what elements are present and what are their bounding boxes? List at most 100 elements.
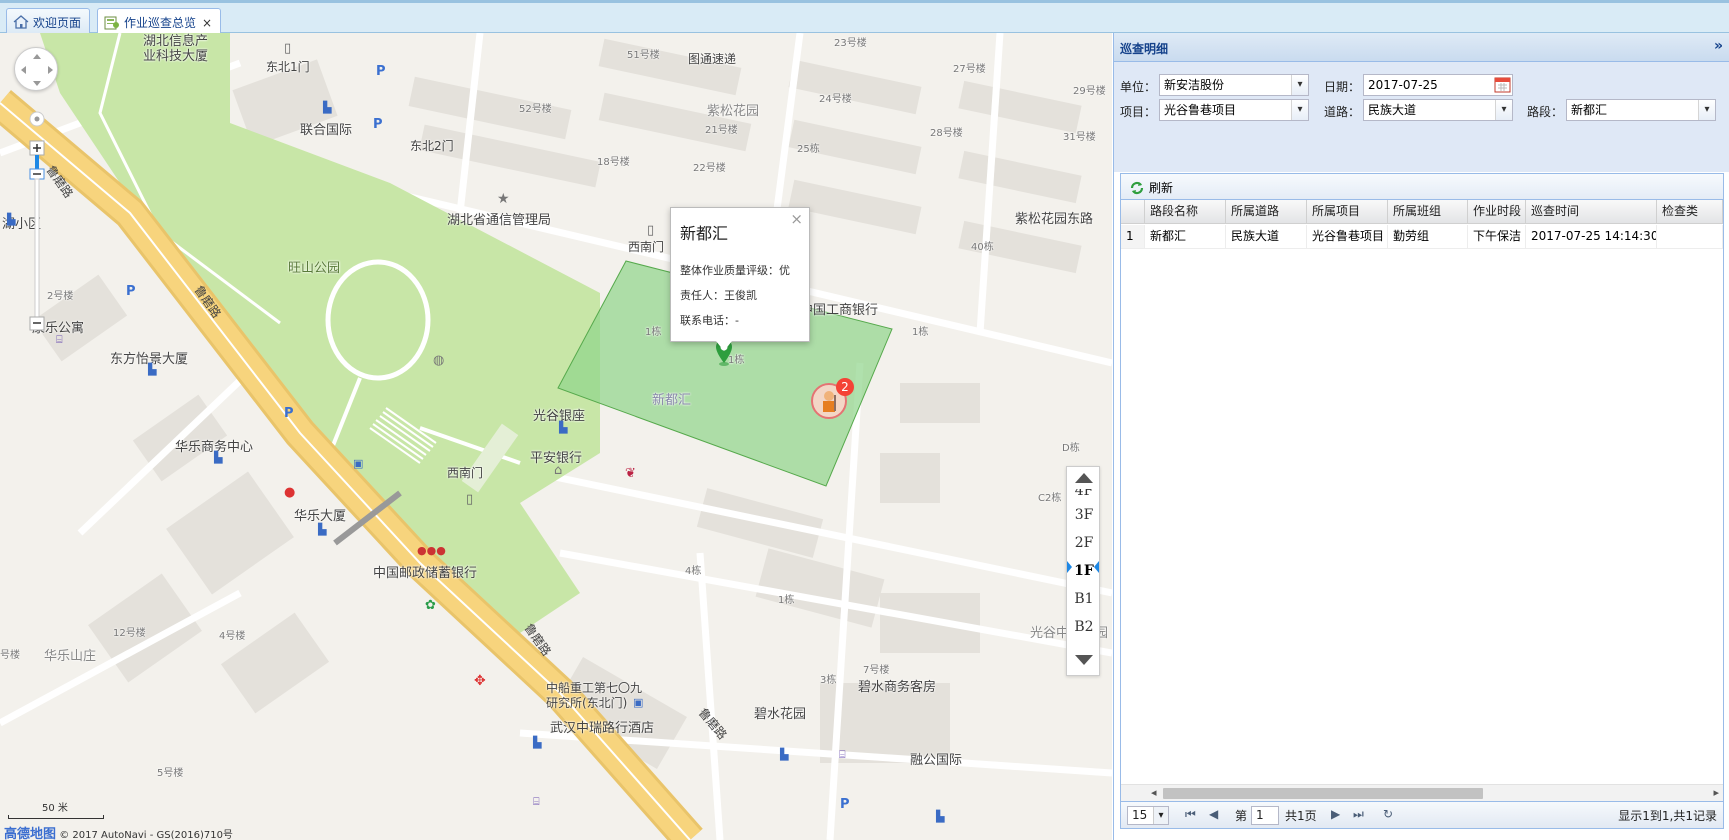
gate-icon: ▯: [466, 492, 474, 507]
floor-1f[interactable]: 1F: [1067, 563, 1101, 579]
segment-select[interactable]: 新都汇 ▾: [1566, 99, 1716, 121]
poi-label: 中国工商银行: [800, 303, 879, 318]
chevron-down-icon[interactable]: ▾: [1153, 807, 1168, 824]
chevron-down-icon[interactable]: ▾: [1495, 100, 1512, 120]
hotel-icon: ⌸: [839, 748, 846, 761]
next-page-icon[interactable]: ▶: [1331, 807, 1340, 821]
page-size-select[interactable]: 15 ▾: [1127, 806, 1169, 825]
project-label: 项目：: [1120, 105, 1157, 119]
scroll-left-icon[interactable]: ◂: [1151, 786, 1157, 799]
floor-b1[interactable]: B1: [1067, 591, 1101, 607]
horizontal-scrollbar[interactable]: ◂ ▸: [1121, 784, 1723, 801]
date-field[interactable]: 2017-07-25: [1363, 74, 1513, 96]
map-view[interactable]: 湖北信息产 业科技大厦 东北1门 P ▙ 联合国际 P 东北2门 ★ 湖北省通信…: [0, 33, 1112, 840]
first-page-icon[interactable]: ⏮: [1185, 807, 1196, 822]
floor-2f[interactable]: 2F: [1067, 535, 1101, 551]
floor-4f[interactable]: 4F: [1067, 489, 1101, 499]
poi-label: 研究所(东北门): [546, 696, 628, 710]
building-label: 28号楼: [930, 128, 963, 139]
scroll-right-icon[interactable]: ▸: [1713, 786, 1719, 799]
restroom-icon: ◍: [433, 353, 445, 368]
building-icon: ▙: [323, 101, 332, 114]
refresh-button[interactable]: 刷新: [1129, 179, 1173, 196]
app-window: 欢迎页面 作业巡查总览 × 湖北信息产 业科技大厦 东北1门 P ▙ 联合国际 …: [0, 0, 1729, 840]
copyright-text: © 2017 AutoNavi - GS(2016)710号: [59, 830, 233, 840]
record-summary: 显示1到1,共1记录: [1618, 809, 1717, 823]
road-value: 民族大道: [1368, 103, 1417, 117]
panel-title: 巡查明细: [1120, 42, 1169, 56]
building-label: 7号楼: [863, 665, 890, 676]
reload-icon[interactable]: ↻: [1383, 807, 1393, 821]
chevron-down-icon[interactable]: ▾: [1291, 75, 1308, 95]
building-icon: ▙: [148, 363, 157, 376]
road-select[interactable]: 民族大道 ▾: [1363, 99, 1513, 121]
postal-bank-icon: ✿: [425, 598, 436, 613]
calendar-icon[interactable]: [1494, 76, 1511, 93]
building-label: 27号楼: [953, 64, 986, 75]
last-page-icon[interactable]: ⏭: [1353, 807, 1364, 822]
table-row[interactable]: 1 新都汇 民族大道 光谷鲁巷项目 勤劳组 下午保洁 2017-07-25 14…: [1121, 225, 1723, 249]
building-label: 52号楼: [519, 104, 552, 115]
header-rownum: [1121, 200, 1145, 224]
patrol-grid: 刷新 路段名称 所属道路 所属项目 所属班组 作业时段 巡查时间 检查类 1 新…: [1120, 173, 1724, 829]
date-label: 日期：: [1324, 80, 1361, 94]
building-icon: ▙: [7, 213, 16, 226]
project-value: 光谷鲁巷项目: [1164, 103, 1237, 117]
building-label: 29号楼: [1073, 86, 1106, 97]
marker-count-badge: 2: [836, 378, 854, 396]
zoom-slider[interactable]: [28, 111, 46, 331]
map-copyright: 高德地图 © 2017 AutoNavi - GS(2016)710号: [4, 823, 233, 840]
building-label: 31号楼: [1063, 132, 1096, 143]
scroll-thumb[interactable]: [1163, 788, 1483, 799]
tab-patrol-overview[interactable]: 作业巡查总览 ×: [97, 8, 222, 36]
header-check-type[interactable]: 检查类: [1657, 200, 1723, 224]
building-label: 40栋: [971, 242, 994, 253]
page-number-input[interactable]: 1: [1251, 806, 1279, 825]
floor-b2[interactable]: B2: [1067, 619, 1101, 635]
close-tab-icon[interactable]: ×: [202, 16, 212, 30]
building-icon: ▙: [936, 810, 945, 823]
bus-icon: ▣: [633, 696, 644, 709]
star-icon: ★: [497, 191, 510, 207]
park-label: 旺山公园: [288, 261, 341, 276]
poi-label: 紫松花园: [707, 104, 760, 119]
building-label: 51号楼: [627, 50, 660, 61]
poi-label: 西南门: [447, 466, 484, 480]
pan-control[interactable]: [14, 47, 58, 91]
chevron-down-icon[interactable]: ▾: [1698, 100, 1715, 120]
header-road[interactable]: 所属道路: [1226, 200, 1307, 224]
building-label: 22号楼: [693, 163, 726, 174]
header-segment[interactable]: 路段名称: [1145, 200, 1226, 224]
unit-select[interactable]: 新安洁股份 ▾: [1159, 74, 1309, 96]
segment-value: 新都汇: [1571, 103, 1608, 117]
floor-3f[interactable]: 3F: [1067, 507, 1101, 523]
poi-label: 图通速递: [688, 52, 737, 66]
building-icon: ▙: [780, 748, 789, 761]
header-period[interactable]: 作业时段: [1468, 200, 1526, 224]
gate-icon: ▯: [284, 41, 292, 56]
building-icon: ▙: [318, 523, 327, 536]
refresh-icon: [1130, 181, 1144, 194]
chevron-down-icon[interactable]: ▾: [1291, 100, 1308, 120]
map-scale: 50 米: [8, 799, 104, 819]
popup-close-icon[interactable]: ×: [790, 210, 803, 228]
row-number: 1: [1121, 225, 1145, 248]
poi-label: 业科技大厦: [143, 49, 209, 64]
floor-up-icon[interactable]: [1075, 473, 1093, 483]
building-label: 4号楼: [219, 631, 246, 642]
tab-bar: 欢迎页面 作业巡查总览 ×: [0, 0, 1729, 36]
tab-welcome[interactable]: 欢迎页面: [6, 8, 91, 35]
page-size-value: 15: [1132, 808, 1148, 822]
project-select[interactable]: 光谷鲁巷项目 ▾: [1159, 99, 1309, 121]
unit-value: 新安洁股份: [1164, 78, 1225, 92]
prev-page-icon[interactable]: ◀: [1209, 807, 1218, 821]
header-project[interactable]: 所属项目: [1307, 200, 1388, 224]
collapse-panel-icon[interactable]: »: [1714, 38, 1723, 54]
cell-road: 民族大道: [1226, 225, 1307, 248]
traffic-light-icon: ●●●: [417, 544, 446, 557]
building-icon: ▙: [559, 421, 568, 434]
header-team[interactable]: 所属班组: [1388, 200, 1468, 224]
floor-down-icon[interactable]: [1075, 655, 1093, 665]
header-patrol-time[interactable]: 巡查时间: [1526, 200, 1657, 224]
date-value: 2017-07-25: [1368, 78, 1438, 92]
